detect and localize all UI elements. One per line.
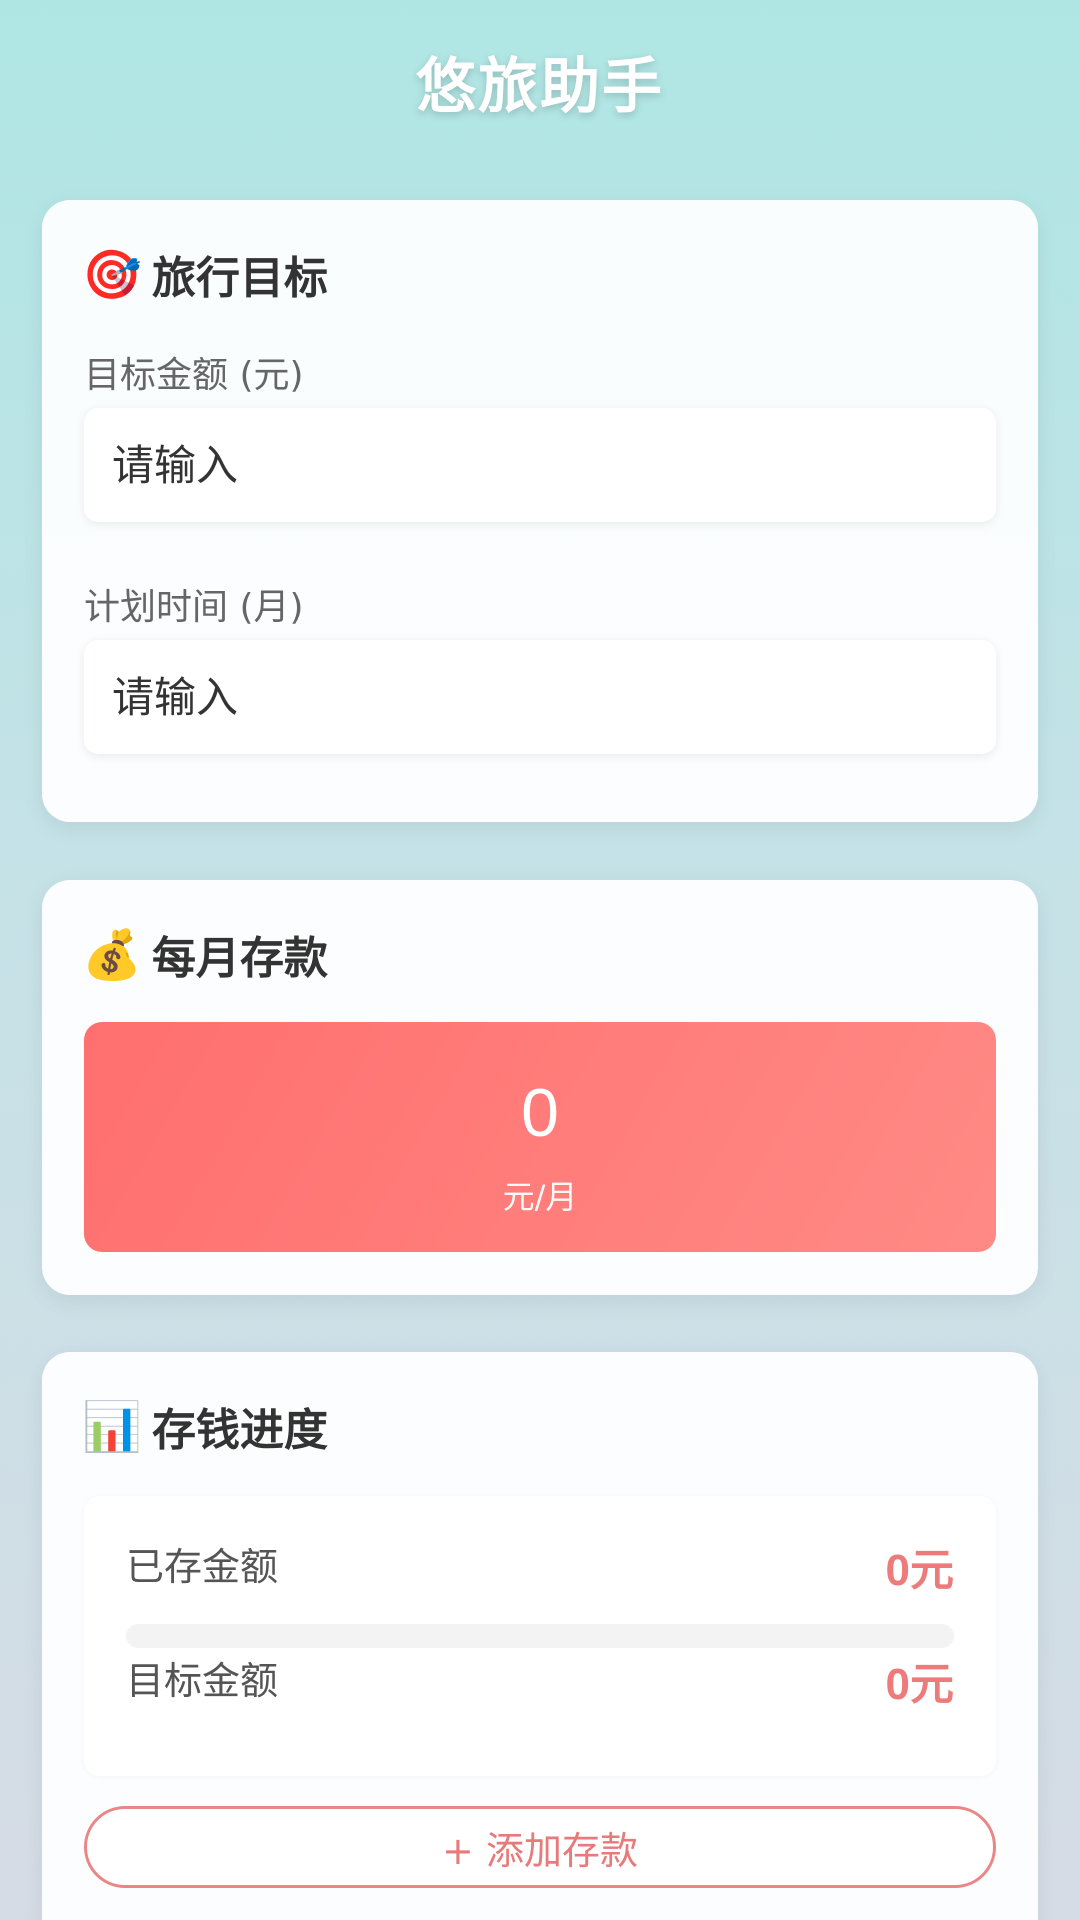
- plan-months-label: 计划时间 (月): [84, 587, 304, 628]
- saved-amount-label: 已存金额: [126, 1545, 279, 1589]
- monthly-savings-header: 💰 每月存款: [82, 922, 328, 986]
- travel-goal-header: 🎯 旅行目标: [82, 242, 328, 306]
- target-amount-summary-label: 目标金额: [126, 1659, 279, 1703]
- monthly-amount-value: 0: [521, 1075, 559, 1151]
- monthly-amount-panel: 0 元/月: [84, 1022, 996, 1252]
- savings-progress-title: 存钱进度: [152, 1405, 328, 1456]
- monthly-amount-unit: 元/月: [502, 1178, 578, 1216]
- plan-months-input[interactable]: [84, 640, 996, 754]
- travel-goal-title: 旅行目标: [152, 253, 328, 304]
- target-icon: 🎯: [82, 246, 142, 303]
- progress-summary-panel: 已存金额 0元 目标金额 0元: [84, 1496, 996, 1776]
- app-title: 悠旅助手: [416, 52, 664, 122]
- add-deposit-button[interactable]: + 添加存款: [84, 1806, 996, 1888]
- target-amount-summary-value: 0元: [885, 1660, 954, 1709]
- travel-goal-card: 🎯 旅行目标 目标金额 (元) 计划时间 (月): [42, 200, 1038, 822]
- savings-progress-header: 📊 存钱进度: [82, 1394, 328, 1458]
- target-amount-label: 目标金额 (元): [84, 355, 304, 396]
- money-bag-icon: 💰: [82, 926, 142, 983]
- monthly-savings-title: 每月存款: [152, 933, 328, 984]
- progress-bar: [126, 1624, 954, 1648]
- saved-amount-value: 0元: [885, 1546, 954, 1595]
- bar-chart-icon: 📊: [82, 1398, 142, 1455]
- target-amount-input[interactable]: [84, 408, 996, 522]
- monthly-savings-card: 💰 每月存款 0 元/月: [42, 880, 1038, 1295]
- savings-progress-card: 📊 存钱进度 已存金额 0元 目标金额 0元 + 添加存款: [42, 1352, 1038, 1920]
